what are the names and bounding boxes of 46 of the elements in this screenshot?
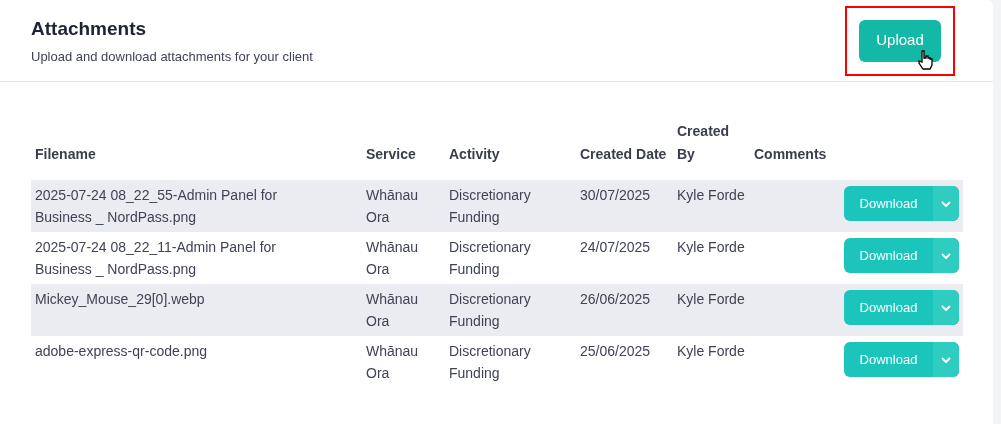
service-cell-text: Whānau Ora <box>366 342 420 383</box>
filename-cell-text: 2025-07-24 08_22_11-Admin Panel for Business _ NordPass.png <box>35 238 278 279</box>
author-cell-text: Kyle Forde <box>677 238 746 257</box>
upload-button[interactable]: Upload <box>859 19 941 62</box>
chevron-down-icon <box>941 200 951 207</box>
column-header: Filename <box>35 145 97 164</box>
activity-cell-text: Discretionary Funding <box>449 238 532 279</box>
service-cell-text: Whānau Ora <box>366 186 420 227</box>
download-button[interactable]: Download <box>844 290 933 325</box>
column-header: Service <box>366 145 417 164</box>
activity-cell-text: Discretionary Funding <box>449 342 532 383</box>
activity-cell-text: Discretionary Funding <box>449 290 532 331</box>
date-cell-text: 24/07/2025 <box>580 238 652 257</box>
download-split-button[interactable]: Download <box>844 342 959 377</box>
section-subtitle: Upload and download attachments for your client <box>31 48 313 66</box>
service-cell-text: Whānau Ora <box>366 238 420 279</box>
filename-cell-text: adobe-express-qr-code.png <box>35 342 208 361</box>
download-split-button[interactable]: Download <box>844 238 959 273</box>
dropdown-toggle[interactable] <box>933 342 959 377</box>
download-split-button[interactable]: Download <box>844 186 959 221</box>
date-cell-text: 25/06/2025 <box>580 342 652 361</box>
download-split-button[interactable]: Download <box>844 290 959 325</box>
column-header: Created By <box>677 122 731 164</box>
date-cell-text: 26/06/2025 <box>580 290 652 309</box>
date-cell-text: 30/07/2025 <box>580 186 652 205</box>
chevron-down-icon <box>941 304 951 311</box>
filename-cell-text: 2025-07-24 08_22_55-Admin Panel for Business _ NordPass.png <box>35 186 279 227</box>
activity-cell-text: Discretionary Funding <box>449 186 532 227</box>
column-header: Created Date <box>580 145 668 164</box>
column-header: Activity <box>449 145 501 164</box>
download-button[interactable]: Download <box>844 186 933 221</box>
download-button[interactable]: Download <box>844 238 933 273</box>
download-button[interactable]: Download <box>844 342 933 377</box>
column-header: Comments <box>754 145 828 164</box>
dropdown-toggle[interactable] <box>933 186 959 221</box>
cursor-icon <box>917 49 933 70</box>
chevron-down-icon <box>941 356 951 363</box>
author-cell-text: Kyle Forde <box>677 290 746 309</box>
dropdown-toggle[interactable] <box>933 290 959 325</box>
author-cell-text: Kyle Forde <box>677 342 746 361</box>
chevron-down-icon <box>941 252 951 259</box>
section-title: Attachments <box>31 16 148 41</box>
author-cell-text: Kyle Forde <box>677 186 746 205</box>
filename-cell-text: Mickey_Mouse_29[0].webp <box>35 290 206 309</box>
dropdown-toggle[interactable] <box>933 238 959 273</box>
service-cell-text: Whānau Ora <box>366 290 420 331</box>
